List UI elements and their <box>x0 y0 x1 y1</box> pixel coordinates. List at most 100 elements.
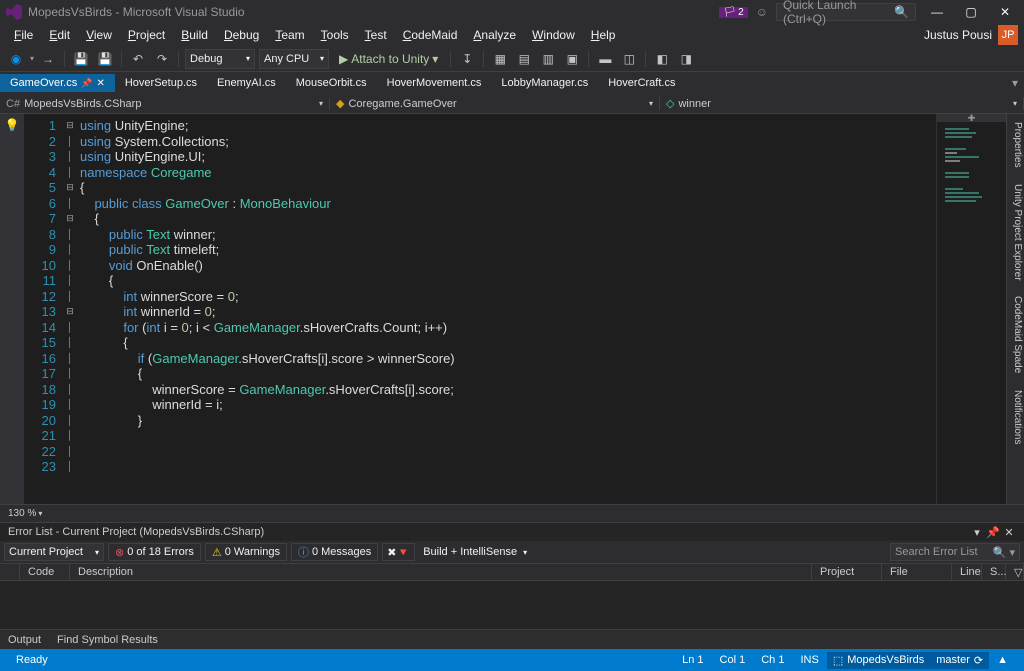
col-project[interactable]: Project <box>812 564 882 580</box>
col-icon[interactable] <box>0 564 20 580</box>
menu-debug[interactable]: Debug <box>216 26 267 44</box>
col-code[interactable]: Code <box>20 564 70 580</box>
col-description[interactable]: Description <box>70 564 812 580</box>
menu-project[interactable]: Project <box>120 26 173 44</box>
zoom-level[interactable]: 130 % <box>8 508 36 519</box>
close-icon[interactable]: ✕ <box>1002 525 1016 539</box>
errors-filter[interactable]: ⊗0 of 18 Errors <box>108 543 201 561</box>
split-icon[interactable]: ✚ <box>937 114 1006 122</box>
code-editor[interactable]: 💡 1234567891011121314151617181920212223 … <box>0 114 1006 504</box>
glyph-margin: 💡 <box>0 114 24 504</box>
menu-team[interactable]: Team <box>267 26 312 44</box>
fold-gutter[interactable]: ⊟│││⊟│⊟│││││⊟││││││││││ <box>64 114 76 504</box>
line-numbers: 1234567891011121314151617181920212223 <box>24 114 64 504</box>
close-button[interactable]: ✕ <box>992 2 1018 22</box>
tab-file[interactable]: HoverSetup.cs <box>115 74 207 92</box>
redo-button[interactable]: ↷ <box>152 49 172 69</box>
project-selector[interactable]: C# MopedsVsBirds.CSharp ▾ <box>0 98 330 110</box>
col-file[interactable]: File <box>882 564 952 580</box>
status-ins[interactable]: INS <box>800 654 818 666</box>
status-repo[interactable]: ⬚MopedsVsBirds <box>827 652 930 669</box>
side-tab[interactable]: Unity Project Explorer <box>1007 176 1024 289</box>
bottom-tabs: OutputFind Symbol Results <box>0 629 1024 649</box>
config-value: Debug <box>190 53 222 65</box>
member-selector[interactable]: ◇ winner ▾ <box>660 97 1024 110</box>
pin-icon[interactable]: 📌 <box>81 78 92 89</box>
warnings-count: 0 Warnings <box>225 546 280 558</box>
status-branch[interactable]: master⟳ <box>930 652 989 669</box>
menu-help[interactable]: Help <box>583 26 624 44</box>
sync-icon: ⟳ <box>974 654 983 667</box>
menu-test[interactable]: Test <box>357 26 395 44</box>
menu-codemaid[interactable]: CodeMaid <box>395 26 466 44</box>
tool-icon[interactable]: ▦ <box>490 49 510 69</box>
side-tab[interactable]: CodeMaid Spade <box>1007 288 1024 381</box>
class-selector[interactable]: ◆ Coregame.GameOver ▾ <box>330 97 660 110</box>
menu-analyze[interactable]: Analyze <box>465 26 524 44</box>
tool-icon[interactable]: ▣ <box>562 49 582 69</box>
code-content[interactable]: using UnityEngine;using System.Collectio… <box>76 114 936 504</box>
scope-dropdown[interactable]: Current Project▾ <box>4 543 104 561</box>
status-ch[interactable]: Ch 1 <box>761 654 784 666</box>
col-filter-icon[interactable]: ▽ <box>1006 564 1024 580</box>
menubar: FileEditViewProjectBuildDebugTeamToolsTe… <box>0 24 1024 46</box>
clear-filter[interactable]: ✖🔻 <box>382 543 415 561</box>
tab-file[interactable]: HoverCraft.cs <box>598 74 685 92</box>
bottom-tab[interactable]: Find Symbol Results <box>49 632 166 648</box>
col-line[interactable]: Line <box>952 564 982 580</box>
save-all-button[interactable]: 💾 <box>95 49 115 69</box>
platform-dropdown[interactable]: Any CPU▾ <box>259 49 329 69</box>
feedback-icon[interactable]: ☺ <box>756 5 768 19</box>
quick-launch-input[interactable]: Quick Launch (Ctrl+Q) 🔍 <box>776 3 916 21</box>
save-button[interactable]: 💾 <box>71 49 91 69</box>
user-name[interactable]: Justus Pousi <box>924 28 992 42</box>
error-list-body[interactable] <box>0 581 1024 629</box>
maximize-button[interactable]: ▢ <box>958 2 984 22</box>
tool-icon[interactable]: ▬ <box>595 49 615 69</box>
menu-build[interactable]: Build <box>173 26 216 44</box>
tool-icon[interactable]: ◫ <box>619 49 639 69</box>
col-state[interactable]: S... <box>982 564 1006 580</box>
config-dropdown[interactable]: Debug▾ <box>185 49 255 69</box>
minimap[interactable]: ✚ <box>936 114 1006 504</box>
tool-icon[interactable]: ◧ <box>652 49 672 69</box>
horizontal-scrollbar[interactable] <box>48 510 1016 518</box>
publish-icon[interactable]: ▲ <box>997 654 1008 666</box>
bottom-tab[interactable]: Output <box>0 632 49 648</box>
menu-view[interactable]: View <box>78 26 120 44</box>
tabs-overflow-icon[interactable]: ▾ <box>1006 76 1024 90</box>
tab-file[interactable]: HoverMovement.cs <box>377 74 492 92</box>
dropdown-icon[interactable]: ▾ <box>970 525 984 539</box>
tab-file[interactable]: LobbyManager.cs <box>491 74 598 92</box>
minimize-button[interactable]: — <box>924 2 950 22</box>
tool-icon[interactable]: ▤ <box>514 49 534 69</box>
status-line[interactable]: Ln 1 <box>682 654 703 666</box>
tool-icon[interactable]: ▥ <box>538 49 558 69</box>
pin-icon[interactable]: 📌 <box>986 525 1000 539</box>
tool-icon[interactable]: ◨ <box>676 49 696 69</box>
menu-tools[interactable]: Tools <box>313 26 357 44</box>
messages-filter[interactable]: ⓘ0 Messages <box>291 543 378 561</box>
user-avatar[interactable]: JP <box>998 25 1018 45</box>
nav-back-button[interactable]: ◉ <box>6 49 26 69</box>
build-filter-dropdown[interactable]: Build + IntelliSense▾ <box>419 543 539 561</box>
warnings-filter[interactable]: ⚠0 Warnings <box>205 543 287 561</box>
side-panels: PropertiesUnity Project ExplorerCodeMaid… <box>1006 114 1024 504</box>
tab-file[interactable]: EnemyAI.cs <box>207 74 286 92</box>
menu-edit[interactable]: Edit <box>41 26 78 44</box>
tab-file[interactable]: MouseOrbit.cs <box>286 74 377 92</box>
nav-forward-button[interactable]: → <box>38 49 58 69</box>
close-icon[interactable]: ✕ <box>96 78 104 89</box>
step-button[interactable]: ↧ <box>457 49 477 69</box>
attach-unity-button[interactable]: ▶ Attach to Unity ▾ <box>333 52 444 66</box>
side-tab[interactable]: Properties <box>1007 114 1024 176</box>
undo-button[interactable]: ↶ <box>128 49 148 69</box>
notification-flag-icon[interactable]: 🏳 2 <box>719 7 747 18</box>
error-search-input[interactable]: Search Error List🔍 ▾ <box>890 543 1020 561</box>
tab-file[interactable]: GameOver.cs 📌 ✕ <box>0 74 115 92</box>
status-col[interactable]: Col 1 <box>720 654 746 666</box>
menu-file[interactable]: File <box>6 26 41 44</box>
menu-window[interactable]: Window <box>524 26 583 44</box>
side-tab[interactable]: Notifications <box>1007 382 1024 452</box>
lightbulb-icon[interactable]: 💡 <box>0 118 24 132</box>
